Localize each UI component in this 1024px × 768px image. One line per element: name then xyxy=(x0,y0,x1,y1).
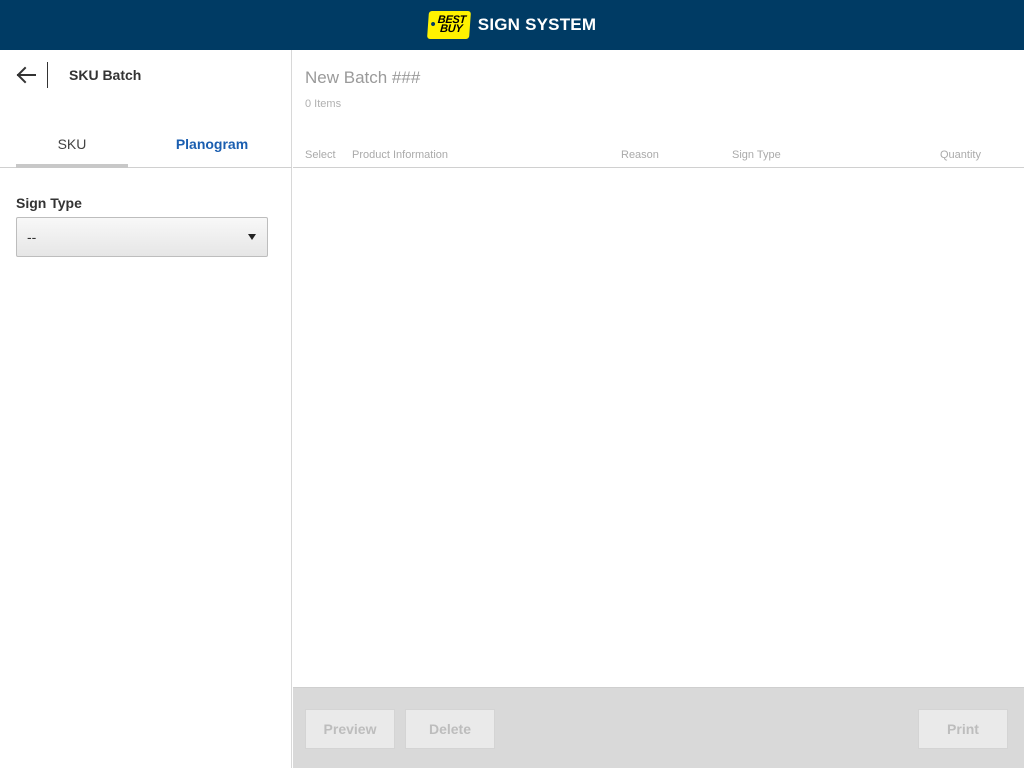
column-header-quantity: Quantity xyxy=(940,149,981,161)
best-buy-logo: BEST BUY xyxy=(426,11,471,39)
column-header-sign-type: Sign Type xyxy=(732,149,781,161)
print-button[interactable]: Print xyxy=(918,709,1008,749)
batch-panel: New Batch ### 0 Items Select Product Inf… xyxy=(293,50,1024,768)
batch-title: New Batch ### xyxy=(305,68,421,87)
column-header-reason: Reason xyxy=(621,149,659,161)
sign-type-select[interactable]: -- xyxy=(16,217,268,257)
app-title: SIGN SYSTEM xyxy=(477,15,597,34)
header-divider xyxy=(47,62,48,88)
preview-button[interactable]: Preview xyxy=(305,709,395,749)
tab-sku[interactable]: SKU xyxy=(16,120,128,168)
sidebar-header: SKU Batch xyxy=(0,50,292,100)
sign-type-label: Sign Type xyxy=(16,195,82,211)
tab-bar: SKU Planogram xyxy=(0,120,292,168)
sign-type-value: -- xyxy=(27,229,37,245)
batch-table-body xyxy=(293,168,1024,687)
back-button[interactable] xyxy=(14,64,38,86)
caret-down-icon xyxy=(248,234,256,240)
brand: BEST BUY SIGN SYSTEM xyxy=(426,11,597,39)
column-header-select: Select xyxy=(305,149,336,161)
app-header: BEST BUY SIGN SYSTEM xyxy=(0,0,1024,50)
sidebar-title: SKU Batch xyxy=(69,67,142,83)
tab-planogram[interactable]: Planogram xyxy=(156,120,268,167)
delete-button[interactable]: Delete xyxy=(405,709,495,749)
logo-line-2: BUY xyxy=(439,23,463,35)
column-header-product-information: Product Information xyxy=(352,149,448,161)
sidebar: SKU Batch SKU Planogram Sign Type -- xyxy=(0,50,292,768)
item-count: 0 Items xyxy=(305,98,342,110)
arrow-left-icon xyxy=(16,66,36,84)
action-bar: Preview Delete Print xyxy=(293,687,1024,768)
